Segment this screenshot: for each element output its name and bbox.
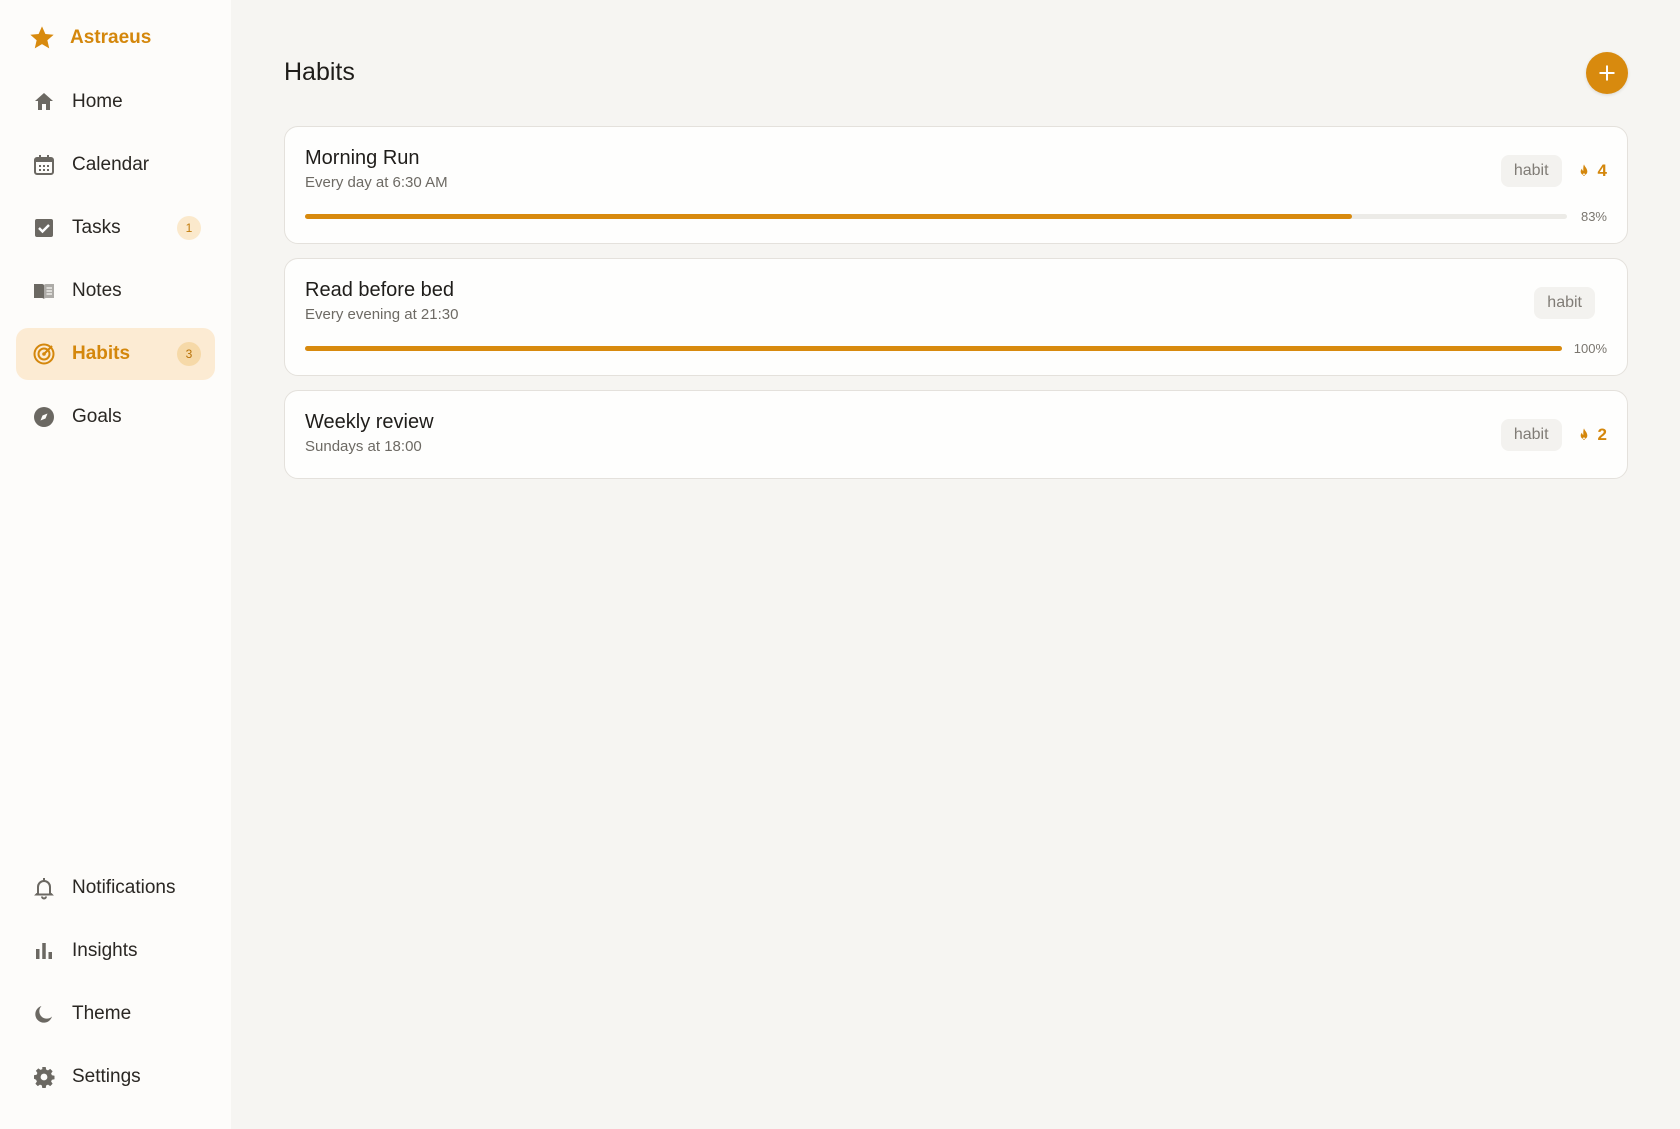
sidebar-bottom-nav: Notifications Insights Theme Settings bbox=[16, 862, 215, 1114]
sidebar-item-label: Theme bbox=[72, 1003, 132, 1024]
sidebar-item-label: Goals bbox=[72, 406, 122, 427]
sidebar-item-label: Insights bbox=[72, 940, 138, 961]
compass-icon bbox=[30, 403, 58, 431]
sidebar-item-home[interactable]: Home bbox=[16, 76, 215, 128]
sidebar-item-label: Notes bbox=[72, 280, 122, 301]
streak-count: 4 bbox=[1576, 161, 1607, 181]
main-content: Habits Morning Run Every day at 6:30 AM … bbox=[231, 0, 1680, 1129]
habit-card-read-before-bed[interactable]: Read before bed Every evening at 21:30 h… bbox=[284, 258, 1628, 376]
habit-title: Weekly review bbox=[305, 411, 434, 433]
sidebar-item-label: Notifications bbox=[72, 877, 176, 898]
sidebar-item-label: Calendar bbox=[72, 154, 150, 175]
habit-schedule: Every evening at 21:30 bbox=[305, 306, 459, 323]
sidebar-item-label: Tasks bbox=[72, 217, 121, 238]
sidebar-item-insights[interactable]: Insights bbox=[16, 925, 215, 977]
book-icon bbox=[30, 277, 58, 305]
checkbox-icon bbox=[30, 214, 58, 242]
sidebar-nav: Home Calendar Tasks 1 Notes Habits 3 Goa… bbox=[16, 76, 215, 454]
sidebar-item-settings[interactable]: Settings bbox=[16, 1051, 215, 1103]
plus-icon bbox=[1599, 65, 1615, 81]
progress-percent: 83% bbox=[1580, 209, 1607, 224]
sidebar-item-goals[interactable]: Goals bbox=[16, 391, 215, 443]
streak-value: 2 bbox=[1597, 425, 1607, 444]
habit-tag: habit bbox=[1534, 287, 1595, 319]
habit-meta: habit 2 bbox=[1500, 419, 1607, 451]
progress-percent: 100% bbox=[1573, 341, 1607, 356]
sidebar-item-habits[interactable]: Habits 3 bbox=[16, 328, 215, 380]
habit-progress: 83% bbox=[305, 209, 1607, 224]
sidebar-item-notes[interactable]: Notes bbox=[16, 265, 215, 317]
sidebar-item-calendar[interactable]: Calendar bbox=[16, 139, 215, 191]
progress-track bbox=[305, 346, 1562, 351]
sidebar-item-tasks[interactable]: Tasks 1 bbox=[16, 202, 215, 254]
habit-schedule: Sundays at 18:00 bbox=[305, 438, 422, 455]
page-title: Habits bbox=[284, 58, 355, 86]
habit-title: Read before bed bbox=[305, 279, 455, 301]
streak-value: 4 bbox=[1597, 161, 1607, 180]
sidebar-item-notifications[interactable]: Notifications bbox=[16, 862, 215, 914]
habit-meta: habit 4 bbox=[1500, 155, 1607, 187]
habit-schedule: Every day at 6:30 AM bbox=[305, 174, 448, 191]
sidebar-item-label: Home bbox=[72, 91, 123, 112]
flame-icon bbox=[1580, 428, 1587, 440]
bar-chart-icon bbox=[30, 937, 58, 965]
habit-list: Morning Run Every day at 6:30 AM habit 4… bbox=[284, 126, 1628, 493]
habit-card-morning-run[interactable]: Morning Run Every day at 6:30 AM habit 4… bbox=[284, 126, 1628, 244]
sidebar: Astraeus Home Calendar Tasks 1 Notes Hab… bbox=[0, 0, 231, 1129]
progress-track bbox=[305, 214, 1567, 219]
flame-icon bbox=[1580, 164, 1587, 176]
home-icon bbox=[30, 88, 58, 116]
sidebar-item-theme[interactable]: Theme bbox=[16, 988, 215, 1040]
tasks-count-badge: 1 bbox=[177, 216, 201, 240]
star-icon bbox=[30, 26, 54, 49]
progress-fill bbox=[305, 214, 1353, 219]
habit-tag: habit bbox=[1500, 155, 1562, 187]
habit-title: Morning Run bbox=[305, 147, 420, 169]
habit-progress: 100% bbox=[305, 341, 1607, 356]
add-habit-button[interactable] bbox=[1586, 52, 1628, 94]
streak-count: 2 bbox=[1576, 425, 1607, 445]
habit-meta: habit bbox=[1534, 287, 1595, 319]
moon-icon bbox=[30, 1000, 58, 1028]
brand-name: Astraeus bbox=[70, 27, 152, 48]
habit-card-weekly-review[interactable]: Weekly review Sundays at 18:00 habit 2 bbox=[284, 390, 1628, 479]
sidebar-item-label: Settings bbox=[72, 1066, 141, 1087]
target-icon bbox=[30, 340, 58, 368]
habits-count-badge: 3 bbox=[177, 342, 201, 366]
gear-icon bbox=[30, 1063, 58, 1091]
bell-icon bbox=[30, 874, 58, 902]
sidebar-item-label: Habits bbox=[72, 343, 131, 364]
calendar-icon bbox=[30, 151, 58, 179]
progress-fill bbox=[305, 346, 1562, 351]
habit-tag: habit bbox=[1500, 419, 1562, 451]
brand[interactable]: Astraeus bbox=[16, 0, 215, 76]
